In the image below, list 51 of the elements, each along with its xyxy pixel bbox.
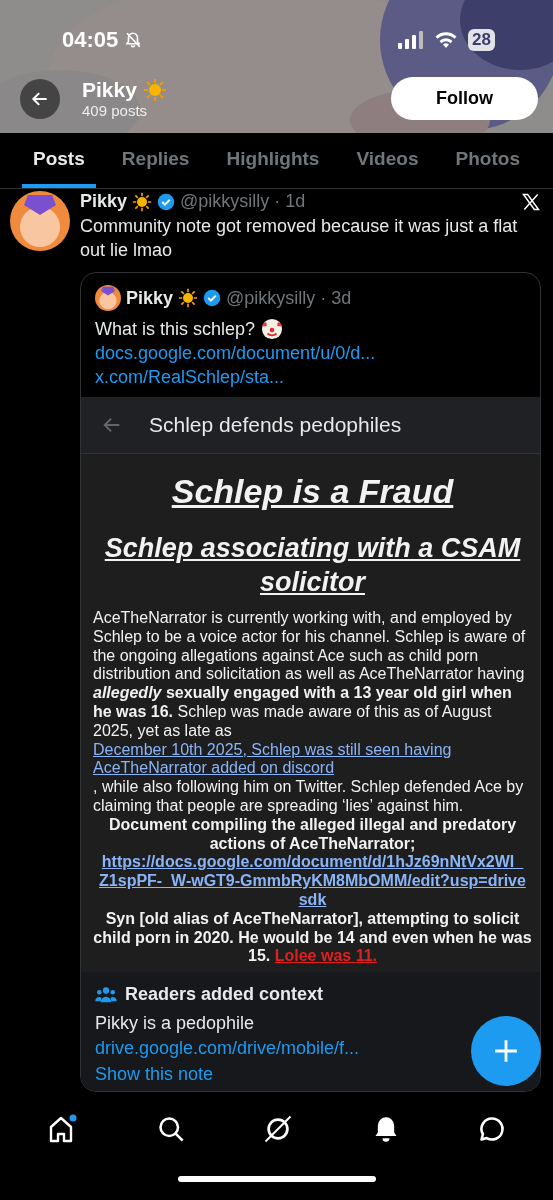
post-time: · 1d [274, 191, 306, 212]
clock-time: 04:05 [62, 27, 119, 53]
profile-name: Pikky [82, 78, 137, 102]
people-icon [95, 985, 117, 1004]
document-heading: Schlep is a Fraud [170, 472, 455, 511]
profile-tab[interactable]: Photos [444, 133, 531, 188]
profile-tab[interactable]: Highlights [215, 133, 331, 188]
profile-tab[interactable]: Replies [110, 133, 201, 188]
sun-icon [178, 288, 199, 308]
note-text: Pikky is a pedophile [95, 1012, 256, 1036]
profile-tab[interactable]: Videos [345, 133, 430, 188]
post-count: 409 posts [82, 102, 149, 119]
search-icon[interactable] [157, 1115, 186, 1143]
verified-badge-icon [203, 289, 222, 307]
wifi-icon [434, 31, 459, 49]
document-link[interactable]: Lolee was 11. [274, 947, 377, 965]
post-time: · 3d [320, 287, 352, 309]
verified-badge-icon [157, 192, 176, 211]
document-link[interactable]: December 10th 2025, Schlep was still seen having AceTheNarrator added on discord [93, 740, 532, 779]
note-title: Readers added context [125, 984, 324, 1006]
show-note-link[interactable]: Show this note [95, 1061, 214, 1088]
document-title: Schlep defends pedophiles [149, 413, 402, 437]
author-handle: @pikkysilly [226, 287, 316, 309]
bell-slash-icon [124, 31, 143, 49]
quoted-post[interactable] [80, 272, 541, 1093]
post-link[interactable]: docs.google.com/document/u/0/d... [95, 341, 376, 365]
author-name: Pikky [80, 191, 128, 212]
document-paragraph: AceTheNarrator is currently working with, and employed by Schlep to be a voice actor for his channel. Schlep is aware of the ongoing allegations against Ace such as child porn distribution and solicitation as well as AceTheNarrator having allegedly sexually engaged with a 13 year old girl when he was 16. Schlep was made aware of this as of August 2025, yet as late as December 10th 2025, Schlep was still seen having AceTheNarrator added on discord , while also following him on Twitter. Schlep defended Ace by claiming that people are spreading ‘lies’ against him. [93, 609, 532, 816]
sun-icon [142, 78, 167, 102]
messages-icon[interactable] [477, 1115, 506, 1143]
document-paragraph: Document compiling the alleged illegal and predatory actions of AceTheNarrator; [107, 815, 518, 854]
sun-icon [132, 191, 153, 212]
avatar [95, 285, 121, 311]
note-link[interactable]: drive.google.com/drive/mobile/f... [95, 1035, 360, 1062]
signal-icon [398, 31, 425, 49]
clown-emoji-icon [261, 318, 284, 340]
plus-icon [493, 1038, 519, 1064]
profile-tab[interactable]: Posts [22, 133, 96, 188]
battery-indicator: 28 [468, 29, 495, 51]
post-link[interactable]: x.com/RealSchlep/sta... [95, 365, 285, 389]
x-logo-icon [521, 191, 541, 212]
document-subheading: Schlep associating with a CSAM solicitor [103, 532, 522, 599]
follow-button[interactable]: Follow [391, 77, 538, 120]
slashed-circle-icon[interactable] [263, 1114, 294, 1144]
avatar [10, 191, 70, 251]
post-text: Community note got removed because it was just a flat out lie lmao [80, 215, 519, 262]
author-handle: @pikkysilly [180, 191, 270, 212]
document-link[interactable]: https://docs.google.com/document/d/1hJz69nNtVx2WI_Z1spPF-_W-wGT9-GmmbRyKM8MbOMM/edit?usp=drivesdk [93, 853, 532, 910]
author-name: Pikky [126, 287, 174, 309]
post-text: What is this schlep? [95, 318, 256, 341]
document-paragraph: Syn [old alias of AceTheNarrator], attempting to solicit child porn in 2020. He would be 14 and even when he was 15. Lolee was 11. [93, 909, 532, 967]
